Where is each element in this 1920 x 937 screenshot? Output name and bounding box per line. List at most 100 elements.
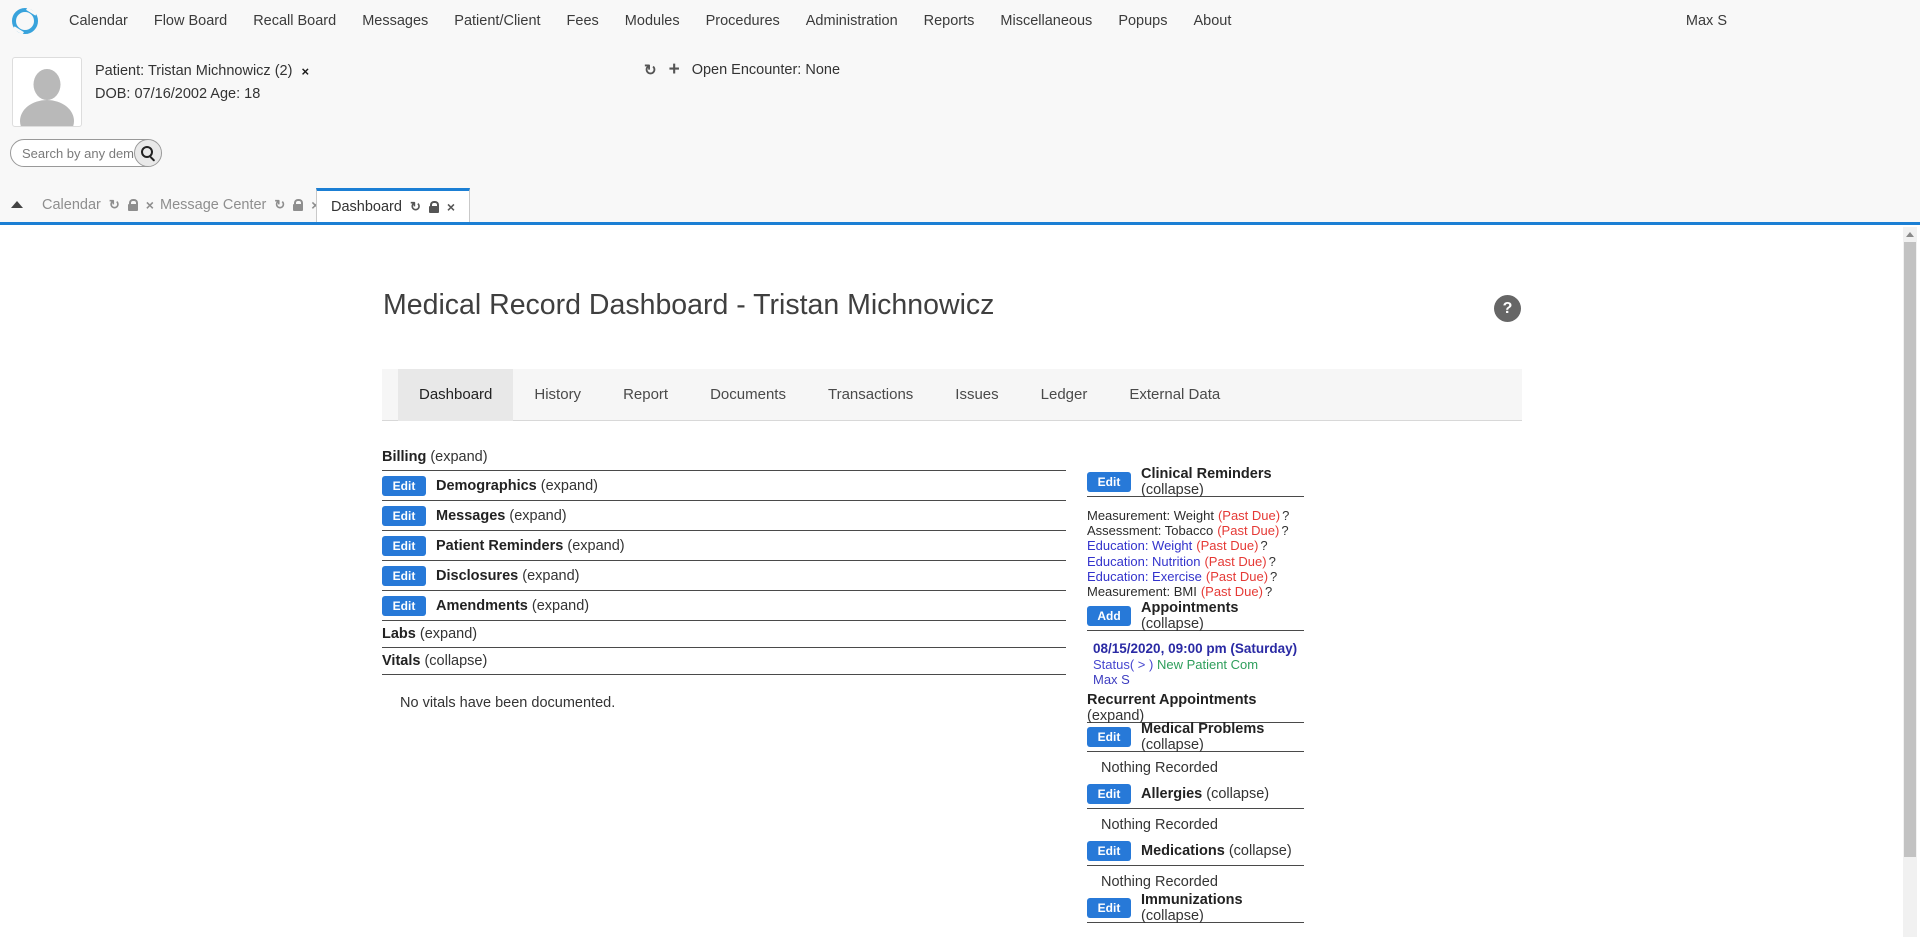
navtab-history[interactable]: History <box>513 369 602 421</box>
section-label[interactable]: Amendments <box>436 598 528 614</box>
scroll-up-icon[interactable] <box>1903 227 1917 241</box>
section-label[interactable]: Allergies <box>1141 786 1202 802</box>
help-icon[interactable]: ? <box>1494 295 1521 322</box>
patient-name-label[interactable]: Patient: Tristan Michnowicz (2) <box>95 60 292 83</box>
clinical-reminder-item[interactable]: Measurement: BMI(Past Due)? <box>1087 584 1304 599</box>
menu-patient-client[interactable]: Patient/Client <box>441 13 553 29</box>
edit-button[interactable]: Edit <box>1087 727 1131 747</box>
search-button[interactable] <box>134 139 162 167</box>
user-menu[interactable]: Max S <box>1686 13 1727 29</box>
section-toggle[interactable]: (collapse) <box>1229 843 1292 859</box>
edit-button[interactable]: Edit <box>1087 841 1131 861</box>
menu-messages[interactable]: Messages <box>349 13 441 29</box>
vertical-scrollbar[interactable] <box>1903 227 1917 937</box>
menu-calendar[interactable]: Calendar <box>56 13 141 29</box>
section-billing[interactable]: Billing (expand) <box>382 447 1066 467</box>
section-toggle[interactable]: (collapse) <box>1141 616 1204 632</box>
search-input[interactable] <box>11 146 134 161</box>
appointment-date-link[interactable]: 08/15/2020, 09:00 pm (Saturday) <box>1093 641 1304 657</box>
reminder-help-link[interactable]: ? <box>1281 523 1288 538</box>
reminder-help-link[interactable]: ? <box>1265 584 1272 599</box>
edit-button[interactable]: Edit <box>1087 898 1131 918</box>
refresh-icon[interactable]: ↻ <box>410 199 421 215</box>
section-medical-problems[interactable]: Edit Medical Problems (collapse) <box>1087 726 1304 748</box>
edit-button[interactable]: Edit <box>382 596 426 616</box>
add-button[interactable]: Add <box>1087 606 1131 626</box>
section-clinical-reminders[interactable]: Edit Clinical Reminders (collapse) <box>1087 471 1304 493</box>
edit-button[interactable]: Edit <box>382 566 426 586</box>
section-toggle[interactable]: (expand) <box>522 568 579 584</box>
clinical-reminder-item[interactable]: Education: Weight(Past Due)? <box>1087 538 1304 553</box>
patient-avatar[interactable] <box>12 57 82 127</box>
menu-fees[interactable]: Fees <box>554 13 612 29</box>
scrollbar-thumb[interactable] <box>1904 242 1916 857</box>
section-toggle[interactable]: (expand) <box>532 598 589 614</box>
section-disclosures[interactable]: Edit Disclosures (expand) <box>382 564 1066 587</box>
section-label[interactable]: Appointments <box>1141 600 1238 616</box>
section-patient-reminders[interactable]: Edit Patient Reminders (expand) <box>382 534 1066 557</box>
section-label[interactable]: Clinical Reminders <box>1141 466 1272 482</box>
reminder-link[interactable]: Education: Nutrition <box>1087 554 1200 569</box>
appointment-status-line[interactable]: Status( > ) New Patient Com <box>1093 657 1304 673</box>
navtab-external-data[interactable]: External Data <box>1108 369 1241 421</box>
tab-dashboard[interactable]: Dashboard ↻ × <box>316 188 470 222</box>
appointment-provider[interactable]: Max S <box>1093 672 1304 688</box>
reminder-help-link[interactable]: ? <box>1270 569 1277 584</box>
section-medications[interactable]: Edit Medications (collapse) <box>1087 840 1304 862</box>
navtab-transactions[interactable]: Transactions <box>807 369 934 421</box>
section-toggle[interactable]: (collapse) <box>1141 908 1204 924</box>
section-label[interactable]: Recurrent Appointments <box>1087 692 1256 708</box>
section-label[interactable]: Messages <box>436 508 505 524</box>
section-appointments[interactable]: Add Appointments (collapse) <box>1087 605 1304 627</box>
refresh-encounter-icon[interactable]: ↻ <box>644 61 657 79</box>
section-toggle[interactable]: (expand) <box>420 626 477 642</box>
section-demographics[interactable]: Edit Demographics (expand) <box>382 474 1066 497</box>
section-allergies[interactable]: Edit Allergies (collapse) <box>1087 783 1304 805</box>
reminder-help-link[interactable]: ? <box>1260 538 1267 553</box>
clinical-reminder-item[interactable]: Education: Nutrition(Past Due)? <box>1087 554 1304 569</box>
edit-button[interactable]: Edit <box>382 476 426 496</box>
unlock-icon[interactable] <box>128 204 138 211</box>
menu-flow-board[interactable]: Flow Board <box>141 13 240 29</box>
menu-modules[interactable]: Modules <box>612 13 693 29</box>
reminder-help-link[interactable]: ? <box>1269 554 1276 569</box>
menu-administration[interactable]: Administration <box>793 13 911 29</box>
section-immunizations[interactable]: Edit Immunizations (collapse) <box>1087 897 1304 919</box>
clinical-reminder-item[interactable]: Assessment: Tobacco(Past Due)? <box>1087 523 1304 538</box>
tab-message-center[interactable]: Message Center ↻ × <box>146 188 333 222</box>
unlock-icon[interactable] <box>293 204 303 211</box>
section-label[interactable]: Labs <box>382 626 416 642</box>
reminder-link[interactable]: Education: Weight <box>1087 538 1192 553</box>
section-toggle[interactable]: (collapse) <box>1206 786 1269 802</box>
section-label[interactable]: Immunizations <box>1141 892 1243 908</box>
section-label[interactable]: Billing <box>382 449 426 465</box>
section-label[interactable]: Vitals <box>382 653 420 669</box>
section-recurrent-appointments[interactable]: Recurrent Appointments (expand) <box>1087 697 1304 719</box>
section-toggle[interactable]: (collapse) <box>424 653 487 669</box>
navtab-documents[interactable]: Documents <box>689 369 807 421</box>
section-labs[interactable]: Labs (expand) <box>382 624 1066 644</box>
section-amendments[interactable]: Edit Amendments (expand) <box>382 594 1066 617</box>
section-toggle[interactable]: (expand) <box>567 538 624 554</box>
reminder-help-link[interactable]: ? <box>1282 508 1289 523</box>
section-toggle[interactable]: (expand) <box>1087 708 1144 724</box>
section-label[interactable]: Medical Problems <box>1141 721 1264 737</box>
section-label[interactable]: Demographics <box>436 478 537 494</box>
navtab-report[interactable]: Report <box>602 369 689 421</box>
refresh-icon[interactable]: ↻ <box>109 197 120 213</box>
navtab-dashboard[interactable]: Dashboard <box>398 369 513 421</box>
menu-reports[interactable]: Reports <box>911 13 988 29</box>
section-toggle[interactable]: (collapse) <box>1141 737 1204 753</box>
reminder-link[interactable]: Education: Exercise <box>1087 569 1202 584</box>
section-toggle[interactable]: (expand) <box>541 478 598 494</box>
refresh-icon[interactable]: ↻ <box>274 197 285 213</box>
navtab-issues[interactable]: Issues <box>934 369 1019 421</box>
openemr-logo-icon[interactable] <box>12 8 38 34</box>
edit-button[interactable]: Edit <box>382 506 426 526</box>
section-label[interactable]: Medications <box>1141 843 1225 859</box>
clinical-reminder-item[interactable]: Measurement: Weight(Past Due)? <box>1087 508 1304 523</box>
section-label[interactable]: Disclosures <box>436 568 518 584</box>
edit-button[interactable]: Edit <box>1087 472 1131 492</box>
section-messages[interactable]: Edit Messages (expand) <box>382 504 1066 527</box>
menu-miscellaneous[interactable]: Miscellaneous <box>987 13 1105 29</box>
